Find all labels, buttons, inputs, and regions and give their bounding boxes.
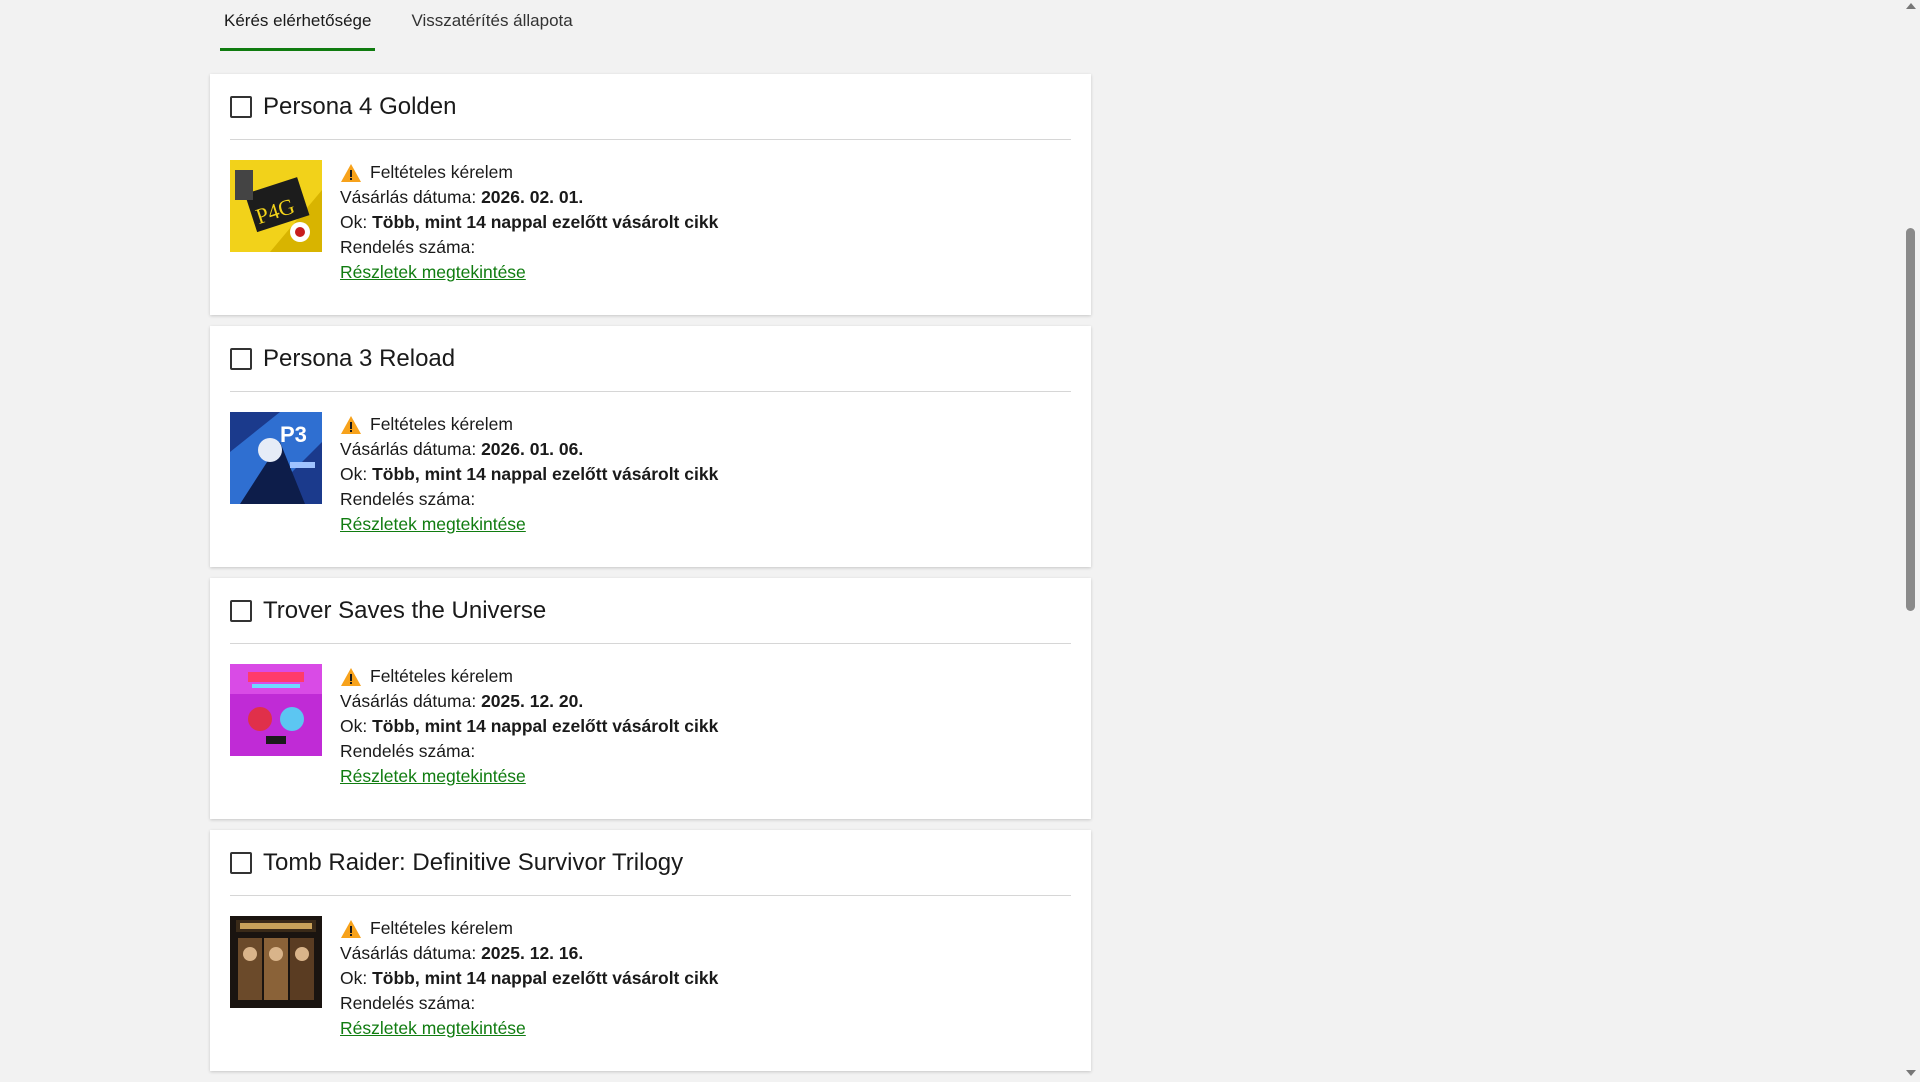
- card-header: Persona 3 Reload: [230, 326, 1071, 392]
- warning-icon: [341, 415, 361, 434]
- tab-refund-status[interactable]: Visszatérítés állapota: [407, 0, 576, 48]
- scrollbar-thumb[interactable]: [1906, 228, 1915, 611]
- purchase-date-label: Vásárlás dátuma:: [340, 691, 477, 711]
- purchase-date-value: 2025. 12. 16.: [481, 943, 584, 963]
- scroll-up-arrow-icon[interactable]: [1906, 3, 1916, 9]
- trover-cover-icon: [230, 664, 322, 756]
- purchase-date-label: Vásárlás dátuma:: [340, 187, 477, 207]
- card-header: Persona 4 Golden: [230, 74, 1071, 140]
- item-checkbox[interactable]: [230, 599, 252, 622]
- warning-icon: [341, 667, 361, 686]
- card-header: Tomb Raider: Definitive Survivor Trilogy: [230, 830, 1071, 896]
- view-details-link[interactable]: Részletek megtekintése: [340, 764, 718, 789]
- view-details-link[interactable]: Részletek megtekintése: [340, 1016, 718, 1041]
- reason-value: Több, mint 14 nappal ezelőtt vásárolt ci…: [372, 968, 719, 988]
- refund-item-card: Persona 3 Reload P3 Feltételes kérelem V…: [210, 326, 1091, 567]
- item-title: Persona 3 Reload: [263, 344, 456, 372]
- view-details-link[interactable]: Részletek megtekintése: [340, 512, 718, 537]
- status-text: Feltételes kérelem: [370, 666, 513, 686]
- reason-line: Ok: Több, mint 14 nappal ezelőtt vásárol…: [340, 714, 718, 739]
- refund-item-card: Tomb Raider: Definitive Survivor Trilogy: [210, 830, 1091, 1071]
- purchase-date-line: Vásárlás dátuma: 2026. 02. 01.: [340, 185, 718, 210]
- reason-label: Ok:: [340, 464, 368, 484]
- tab-request-availability[interactable]: Kérés elérhetősége: [220, 0, 376, 51]
- purchase-date-line: Vásárlás dátuma: 2025. 12. 16.: [340, 941, 718, 966]
- game-cover-image: P4G: [230, 160, 322, 252]
- order-number-label: Rendelés száma:: [340, 237, 476, 257]
- view-details-link[interactable]: Részletek megtekintése: [340, 260, 718, 285]
- reason-value: Több, mint 14 nappal ezelőtt vásárolt ci…: [372, 716, 719, 736]
- refund-item-card: Persona 4 Golden P4G Feltételes kérelem …: [210, 74, 1091, 315]
- item-checkbox[interactable]: [230, 851, 252, 874]
- scroll-down-arrow-icon[interactable]: [1906, 1070, 1916, 1076]
- reason-line: Ok: Több, mint 14 nappal ezelőtt vásárol…: [340, 966, 718, 991]
- purchase-date-line: Vásárlás dátuma: 2025. 12. 20.: [340, 689, 718, 714]
- order-number-label: Rendelés száma:: [340, 489, 476, 509]
- persona4-cover-icon: P4G: [230, 160, 322, 252]
- vertical-scrollbar[interactable]: [1902, 0, 1920, 1080]
- status-line: Feltételes kérelem: [340, 160, 718, 185]
- status-text: Feltételes kérelem: [370, 162, 513, 182]
- item-info: Feltételes kérelem Vásárlás dátuma: 2025…: [340, 664, 718, 789]
- item-checkbox[interactable]: [230, 95, 252, 118]
- order-number-label: Rendelés száma:: [340, 741, 476, 761]
- card-header: Trover Saves the Universe: [230, 578, 1071, 644]
- refund-item-card: Trover Saves the Universe Feltételes kér…: [210, 578, 1091, 819]
- reason-line: Ok: Több, mint 14 nappal ezelőtt vásárol…: [340, 462, 718, 487]
- game-cover-image: [230, 664, 322, 756]
- purchase-date-value: 2026. 02. 01.: [481, 187, 584, 207]
- reason-line: Ok: Több, mint 14 nappal ezelőtt vásárol…: [340, 210, 718, 235]
- tombraider-cover-icon: [230, 916, 322, 1008]
- game-cover-image: P3: [230, 412, 322, 504]
- reason-value: Több, mint 14 nappal ezelőtt vásárolt ci…: [372, 464, 719, 484]
- purchase-date-value: 2026. 01. 06.: [481, 439, 584, 459]
- game-cover-image: [230, 916, 322, 1008]
- item-title: Persona 4 Golden: [263, 92, 457, 120]
- purchase-date-label: Vásárlás dátuma:: [340, 439, 477, 459]
- purchase-date-label: Vásárlás dátuma:: [340, 943, 477, 963]
- item-info: Feltételes kérelem Vásárlás dátuma: 2026…: [340, 160, 718, 285]
- item-title: Tomb Raider: Definitive Survivor Trilogy: [263, 848, 684, 876]
- status-text: Feltételes kérelem: [370, 414, 513, 434]
- reason-label: Ok:: [340, 212, 368, 232]
- status-text: Feltételes kérelem: [370, 918, 513, 938]
- item-title: Trover Saves the Universe: [263, 596, 547, 624]
- purchase-date-value: 2025. 12. 20.: [481, 691, 584, 711]
- status-line: Feltételes kérelem: [340, 664, 718, 689]
- warning-icon: [341, 163, 361, 182]
- item-info: Feltételes kérelem Vásárlás dátuma: 2025…: [340, 916, 718, 1041]
- status-line: Feltételes kérelem: [340, 412, 718, 437]
- reason-label: Ok:: [340, 716, 368, 736]
- tab-bar: Kérés elérhetősége Visszatérítés állapot…: [220, 0, 609, 51]
- status-line: Feltételes kérelem: [340, 916, 718, 941]
- item-info: Feltételes kérelem Vásárlás dátuma: 2026…: [340, 412, 718, 537]
- order-number-label: Rendelés száma:: [340, 993, 476, 1013]
- purchase-date-line: Vásárlás dátuma: 2026. 01. 06.: [340, 437, 718, 462]
- refund-item-list: Persona 4 Golden P4G Feltételes kérelem …: [210, 74, 1091, 1082]
- reason-label: Ok:: [340, 968, 368, 988]
- reason-value: Több, mint 14 nappal ezelőtt vásárolt ci…: [372, 212, 719, 232]
- item-checkbox[interactable]: [230, 347, 252, 370]
- svg-text:P3: P3: [280, 422, 307, 447]
- persona3-cover-icon: P3: [230, 412, 322, 504]
- warning-icon: [341, 919, 361, 938]
